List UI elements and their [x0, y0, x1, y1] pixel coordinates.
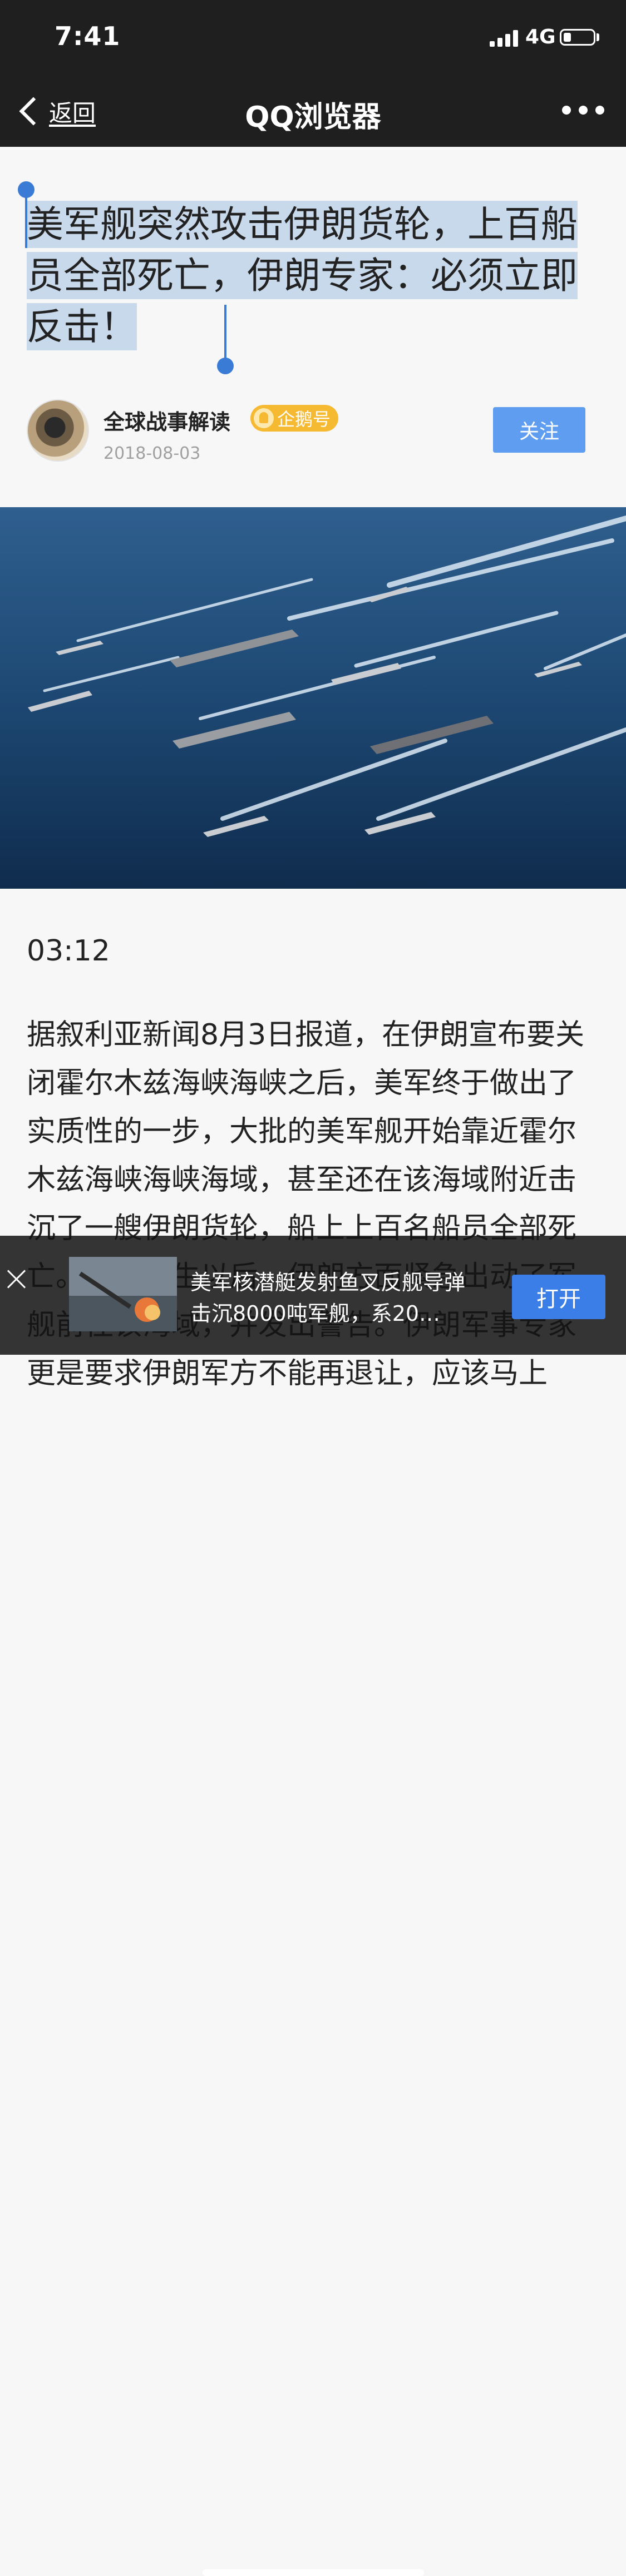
- bell-icon: [254, 408, 274, 428]
- publish-date: 2018-08-03: [103, 444, 201, 463]
- open-button[interactable]: 打开: [512, 1275, 605, 1319]
- penguin-badge: 企鹅号: [250, 405, 339, 432]
- badge-label: 企鹅号: [277, 409, 331, 430]
- top-bar: 7:41 4G 返回 QQ浏览器: [0, 0, 626, 147]
- fleet-image[interactable]: [0, 507, 626, 889]
- ad-text[interactable]: 美军核潜艇发射鱼叉反舰导弹击沉8000吨军舰，系20…: [190, 1267, 480, 1329]
- selection-end-handle[interactable]: [217, 358, 234, 374]
- recommendation-banner[interactable]: 美军核潜艇发射鱼叉反舰导弹击沉8000吨军舰，系20… 打开: [0, 1236, 626, 2576]
- network-type: 4G: [525, 26, 556, 48]
- home-indicator[interactable]: [203, 2569, 424, 2576]
- selected-headline-text: 美军舰突然攻击伊朗货轮，上百船员全部死亡，伊朗专家：必须立即反击！: [27, 201, 578, 350]
- selection-end-bar: [224, 305, 226, 360]
- close-icon[interactable]: [4, 1267, 29, 1291]
- avatar[interactable]: [27, 399, 89, 462]
- battery-icon: [560, 29, 595, 46]
- selection-start-bar: [25, 195, 27, 248]
- status-time: 7:41: [55, 21, 121, 51]
- more-dots-icon[interactable]: [562, 103, 607, 117]
- ad-thumbnail[interactable]: [69, 1257, 177, 1331]
- video-timestamp: 03:12: [27, 934, 110, 968]
- page-title: QQ浏览器: [245, 101, 381, 134]
- battery-tip: [597, 33, 599, 41]
- author-name[interactable]: 全球战事解读: [103, 405, 230, 435]
- signal-icon: [490, 30, 519, 47]
- battery-level: [564, 33, 571, 42]
- follow-button[interactable]: 关注: [493, 407, 585, 453]
- article-headline[interactable]: 美军舰突然攻击伊朗货轮，上百船员全部死亡，伊朗专家：必须立即反击！: [27, 199, 600, 353]
